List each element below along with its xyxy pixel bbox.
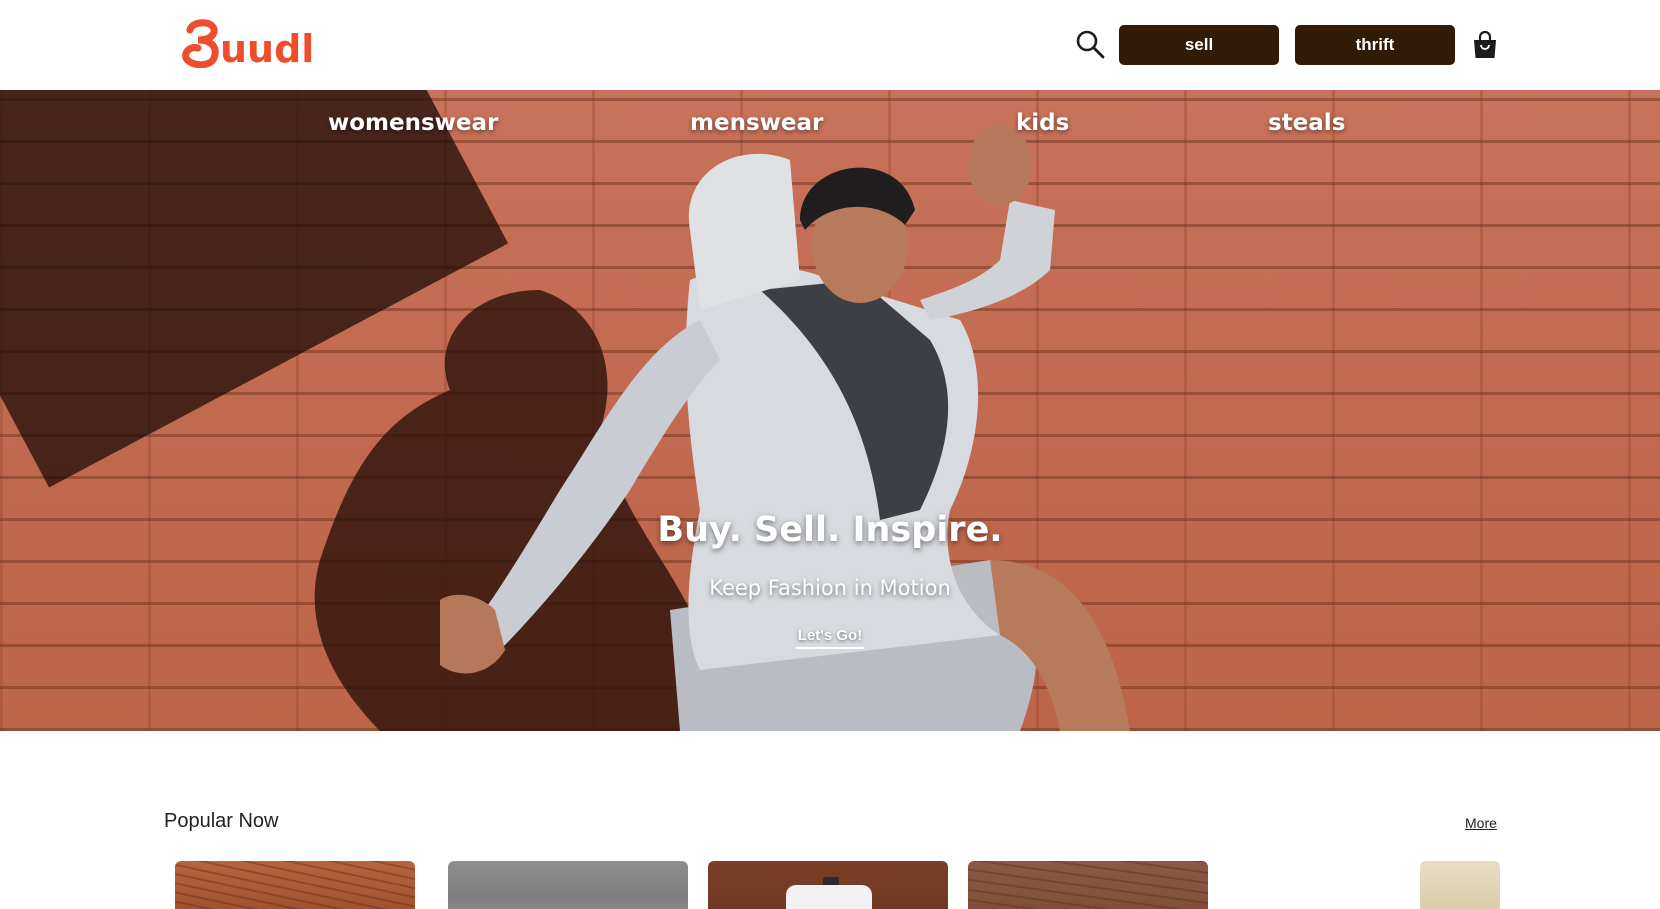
lets-go-link[interactable]: Let's Go!	[796, 627, 864, 649]
site-header: buudl uudl sell thrift	[0, 0, 1660, 90]
nav-womenswear[interactable]: womenswear	[328, 110, 498, 136]
popular-now-heading: Popular Now	[164, 810, 279, 832]
nav-steals[interactable]: steals	[1268, 110, 1345, 136]
sell-button[interactable]: sell	[1119, 25, 1279, 65]
cart-button[interactable]	[1472, 30, 1498, 60]
shopping-bag-icon	[1474, 30, 1496, 58]
hero-subtitle: Keep Fashion in Motion	[709, 576, 951, 600]
product-card[interactable]	[708, 861, 948, 909]
product-image	[786, 885, 872, 909]
nav-menswear[interactable]: menswear	[690, 110, 823, 136]
product-card[interactable]	[448, 861, 688, 909]
product-card[interactable]	[175, 861, 415, 909]
logo[interactable]: buudl uudl	[182, 14, 322, 72]
svg-text:uudl: uudl	[220, 27, 314, 71]
logo-mark-icon	[182, 19, 219, 68]
product-card[interactable]	[968, 861, 1208, 909]
category-nav: womenswear menswear kids steals	[0, 110, 1660, 150]
hero-banner: womenswear menswear kids steals Buy. Sel…	[0, 90, 1660, 731]
thrift-button[interactable]: thrift	[1295, 25, 1455, 65]
product-card[interactable]	[1420, 861, 1500, 909]
search-button[interactable]	[1074, 28, 1106, 60]
nav-kids[interactable]: kids	[1016, 110, 1069, 136]
hero-title: Buy. Sell. Inspire.	[657, 510, 1003, 550]
logo-wordmark: uudl	[220, 27, 314, 71]
more-link[interactable]: More	[1465, 815, 1497, 831]
search-icon	[1076, 30, 1105, 59]
